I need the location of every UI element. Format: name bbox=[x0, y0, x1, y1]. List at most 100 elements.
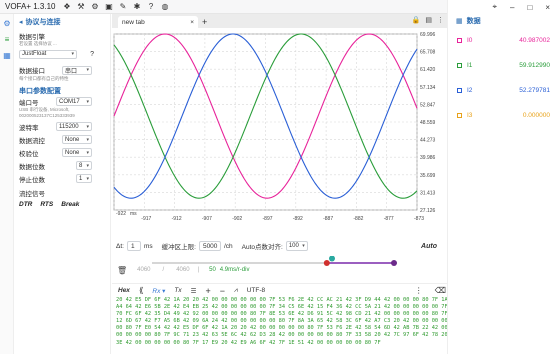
y-tick-label: 65.708 bbox=[420, 50, 436, 56]
data-bits-select[interactable]: 8 ▾ bbox=[76, 161, 92, 170]
tab-close-icon[interactable]: × bbox=[190, 19, 194, 26]
collapse-icon[interactable]: ◂ bbox=[19, 18, 23, 26]
y-tick-label: 35.699 bbox=[420, 173, 436, 179]
wrench-icon[interactable]: ⚒ bbox=[74, 2, 88, 11]
data-engine-label: 数据引擎 bbox=[19, 34, 45, 41]
cube-icon[interactable]: ▣ bbox=[102, 2, 116, 11]
channel-name: I3 bbox=[467, 112, 473, 119]
paint-icon[interactable]: ✎ bbox=[116, 2, 130, 11]
dt-label: Δt: bbox=[116, 242, 124, 250]
flow-signal-label: 流控信号 bbox=[19, 191, 45, 198]
pin-icon[interactable]: ⌖ bbox=[493, 2, 498, 12]
channel-swatch[interactable] bbox=[457, 38, 462, 43]
icon-rail: ⚙ ≡ ▦ bbox=[0, 14, 14, 354]
data-panel: ⌖ – □ × ▦ 数据 I0 40.987002 I1 59.912990 I… bbox=[447, 0, 554, 354]
auto-align-label: Auto点数对齐: bbox=[241, 244, 283, 251]
data-interface-hint: 每个接口都有自己的特性 bbox=[19, 75, 69, 81]
lock-icon[interactable]: 🔒 bbox=[412, 16, 421, 24]
hammer-icon[interactable]: ⚙ bbox=[88, 2, 102, 11]
channel-row[interactable]: I0 40.987002 bbox=[448, 28, 554, 53]
port-label: 端口号 bbox=[19, 99, 39, 107]
x-tick-label: -897 bbox=[263, 216, 273, 222]
trash-icon[interactable]: 🗑 bbox=[117, 266, 127, 275]
port-select[interactable]: COM17 ▾ bbox=[56, 97, 92, 106]
channel-swatch[interactable] bbox=[457, 88, 462, 93]
close-icon[interactable]: × bbox=[545, 3, 550, 12]
help-icon[interactable]: ? bbox=[144, 2, 158, 11]
buffer-input[interactable]: 5000 bbox=[198, 241, 221, 251]
count-right: 4060 bbox=[176, 267, 190, 273]
parity-select[interactable]: None ▾ bbox=[62, 148, 92, 157]
x-tick-label: -887 bbox=[323, 216, 333, 222]
flow-control-select[interactable]: None ▾ bbox=[62, 135, 92, 144]
y-tick-label: 69.996 bbox=[420, 32, 436, 38]
auto-button[interactable]: Auto bbox=[421, 243, 437, 250]
slider-handle-top bbox=[329, 255, 335, 262]
bookmark-icon[interactable]: ❖ bbox=[60, 2, 74, 11]
rx-toggle[interactable]: Rx ▾ bbox=[152, 287, 165, 295]
window-controls: ⌖ – □ × bbox=[448, 0, 554, 14]
plot-settings-row: Δt: 1 ms 缓冲区上限: 5000 /ch Auto点数对齐: 100 ▾ … bbox=[112, 238, 447, 254]
globe-icon[interactable]: ◍ bbox=[158, 2, 172, 11]
channel-row[interactable]: I2 52.279781 bbox=[448, 78, 554, 103]
bug-icon[interactable]: ✱ bbox=[130, 2, 144, 11]
count-left: 4060 bbox=[137, 267, 151, 273]
layers-icon[interactable]: ≡ bbox=[0, 32, 14, 46]
waveform-icon[interactable]: ⩘ bbox=[234, 287, 238, 295]
tab-label: new tab bbox=[122, 18, 145, 26]
config-panel: ◂ 协议与连接 数据引擎 若设置 选择协议 ... JustFloat ▾ ? 数… bbox=[15, 14, 111, 354]
pause-icon[interactable]: ⟪ bbox=[139, 286, 143, 295]
minimize-icon[interactable]: – bbox=[510, 3, 514, 12]
y-tick-label: 27.126 bbox=[420, 208, 436, 214]
baud-select[interactable]: 115200 ▾ bbox=[56, 122, 92, 131]
format-icon[interactable]: ☰ bbox=[191, 287, 197, 295]
x-tick-label: -902 bbox=[232, 216, 242, 222]
y-tick-label: 61.420 bbox=[420, 67, 436, 73]
widgets-icon[interactable]: ▦ bbox=[0, 48, 14, 62]
data-engine-help[interactable]: ? bbox=[90, 51, 94, 58]
buffer-label: 缓冲区上限: bbox=[161, 244, 196, 251]
channel-row[interactable]: I1 59.912990 bbox=[448, 53, 554, 78]
grid-sep: | bbox=[197, 267, 200, 273]
grid-count: 50 bbox=[209, 267, 216, 273]
data-engine-select[interactable]: JustFloat ▾ bbox=[19, 49, 77, 59]
rate-readout: 4.9ms/r-div bbox=[219, 267, 250, 273]
channel-swatch[interactable] bbox=[457, 63, 462, 68]
add-tab-icon[interactable]: + bbox=[202, 16, 207, 28]
encoding-label[interactable]: UTF-8 bbox=[247, 287, 265, 294]
more-vert-icon[interactable]: ⋮ bbox=[415, 286, 423, 295]
data-engine-hint: 若设置 选择协议 ... bbox=[19, 41, 57, 46]
x-tick-label: -912 bbox=[172, 216, 182, 222]
dtr-button[interactable]: DTR bbox=[19, 201, 32, 208]
add-icon[interactable]: + bbox=[205, 286, 210, 296]
remove-icon[interactable]: − bbox=[220, 286, 225, 296]
serial-section-title: 串口参数配置 bbox=[19, 88, 61, 95]
channel-value: 0.000000 bbox=[522, 112, 550, 119]
channel-row[interactable]: I3 0.000000 bbox=[448, 103, 554, 128]
parity-label: 校验位 bbox=[19, 150, 39, 158]
hex-toggle[interactable]: Hex bbox=[118, 287, 130, 294]
y-tick-label: 52.847 bbox=[420, 102, 436, 108]
more-icon[interactable]: ⋮ bbox=[437, 16, 444, 24]
rx-toolbar: Hex ⟪ Rx ▾ Tx ☰ + − ⩘ UTF-8 ⋮ ⌫ bbox=[112, 283, 456, 297]
stop-bits-select[interactable]: 1 ▾ bbox=[76, 174, 92, 183]
rts-button[interactable]: RTS bbox=[40, 201, 53, 208]
connection-icon[interactable]: ⚙ bbox=[0, 16, 14, 30]
channel-name: I1 bbox=[467, 62, 473, 69]
break-button[interactable]: Break bbox=[61, 201, 79, 208]
dt-input[interactable]: 1 bbox=[126, 241, 141, 251]
tx-toggle[interactable]: Tx bbox=[174, 287, 181, 294]
maximize-icon[interactable]: □ bbox=[527, 3, 532, 12]
buffer-unit: /ch bbox=[223, 242, 233, 250]
channel-swatch[interactable] bbox=[457, 113, 462, 118]
rx-data-view[interactable]: 20 42 E5 DF 6F 42 1A 20 20 42 00 00 00 0… bbox=[112, 297, 456, 354]
count-sep: / bbox=[162, 267, 165, 273]
tab-new-tab[interactable]: new tab × bbox=[118, 16, 198, 28]
eraser-icon[interactable]: ⌫ bbox=[435, 286, 446, 295]
data-interface-select[interactable]: 串口 ▾ bbox=[62, 65, 92, 75]
waveform-chart[interactable]: 69.996 65.708 61.420 57.134 52.847 48.559 44.2… bbox=[112, 28, 447, 236]
channel-name: I2 bbox=[467, 87, 473, 94]
layout-icon[interactable]: ▤ bbox=[425, 16, 432, 24]
auto-align-select[interactable]: 100 ▾ bbox=[285, 241, 308, 251]
channel-name: I0 bbox=[467, 37, 473, 44]
